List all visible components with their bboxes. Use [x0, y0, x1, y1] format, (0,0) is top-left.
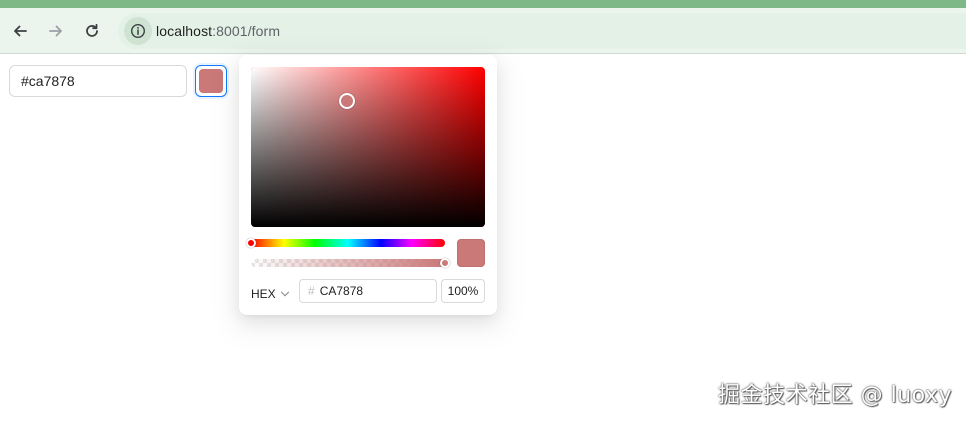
alpha-percent-input[interactable]: 100%: [441, 279, 485, 303]
back-button[interactable]: [7, 18, 33, 44]
alpha-slider-handle[interactable]: [440, 258, 450, 268]
reload-button[interactable]: [79, 18, 105, 44]
saturation-brightness-panel[interactable]: [251, 67, 485, 227]
hue-slider-handle[interactable]: [246, 238, 256, 248]
format-label: HEX: [251, 287, 276, 301]
format-select[interactable]: HEX: [251, 282, 297, 306]
color-picker-popover: HEX # CA7878 100%: [239, 55, 497, 315]
url-host: localhost: [156, 23, 213, 39]
alpha-slider[interactable]: [251, 258, 450, 268]
color-preview: [457, 239, 485, 267]
hex-color-input[interactable]: [9, 65, 187, 97]
forward-button[interactable]: [43, 18, 69, 44]
address-bar[interactable]: localhost:8001/form: [118, 13, 966, 49]
url-text: localhost:8001/form: [156, 23, 280, 39]
chevron-down-icon: [280, 291, 289, 297]
browser-top-stripe: [0, 0, 966, 8]
alpha-percent-text: 100%: [447, 284, 479, 298]
url-path: :8001/form: [212, 23, 281, 39]
color-picker-trigger[interactable]: [195, 65, 227, 97]
watermark: 掘金技术社区 @ luoxy: [718, 383, 952, 408]
info-circle-icon: [130, 23, 146, 39]
hue-slider[interactable]: [246, 238, 445, 248]
arrow-left-icon: [14, 25, 27, 37]
hex-value-text: CA7878: [319, 284, 364, 298]
saturation-handle[interactable]: [338, 92, 355, 109]
hex-value-input[interactable]: # CA7878: [299, 279, 437, 303]
browser-toolbar: localhost:8001/form: [0, 8, 966, 54]
hash-prefix: #: [308, 284, 315, 298]
reload-icon: [86, 23, 98, 37]
color-swatch: [199, 69, 223, 93]
site-info-icon[interactable]: [124, 17, 152, 45]
arrow-right-icon: [49, 25, 62, 37]
